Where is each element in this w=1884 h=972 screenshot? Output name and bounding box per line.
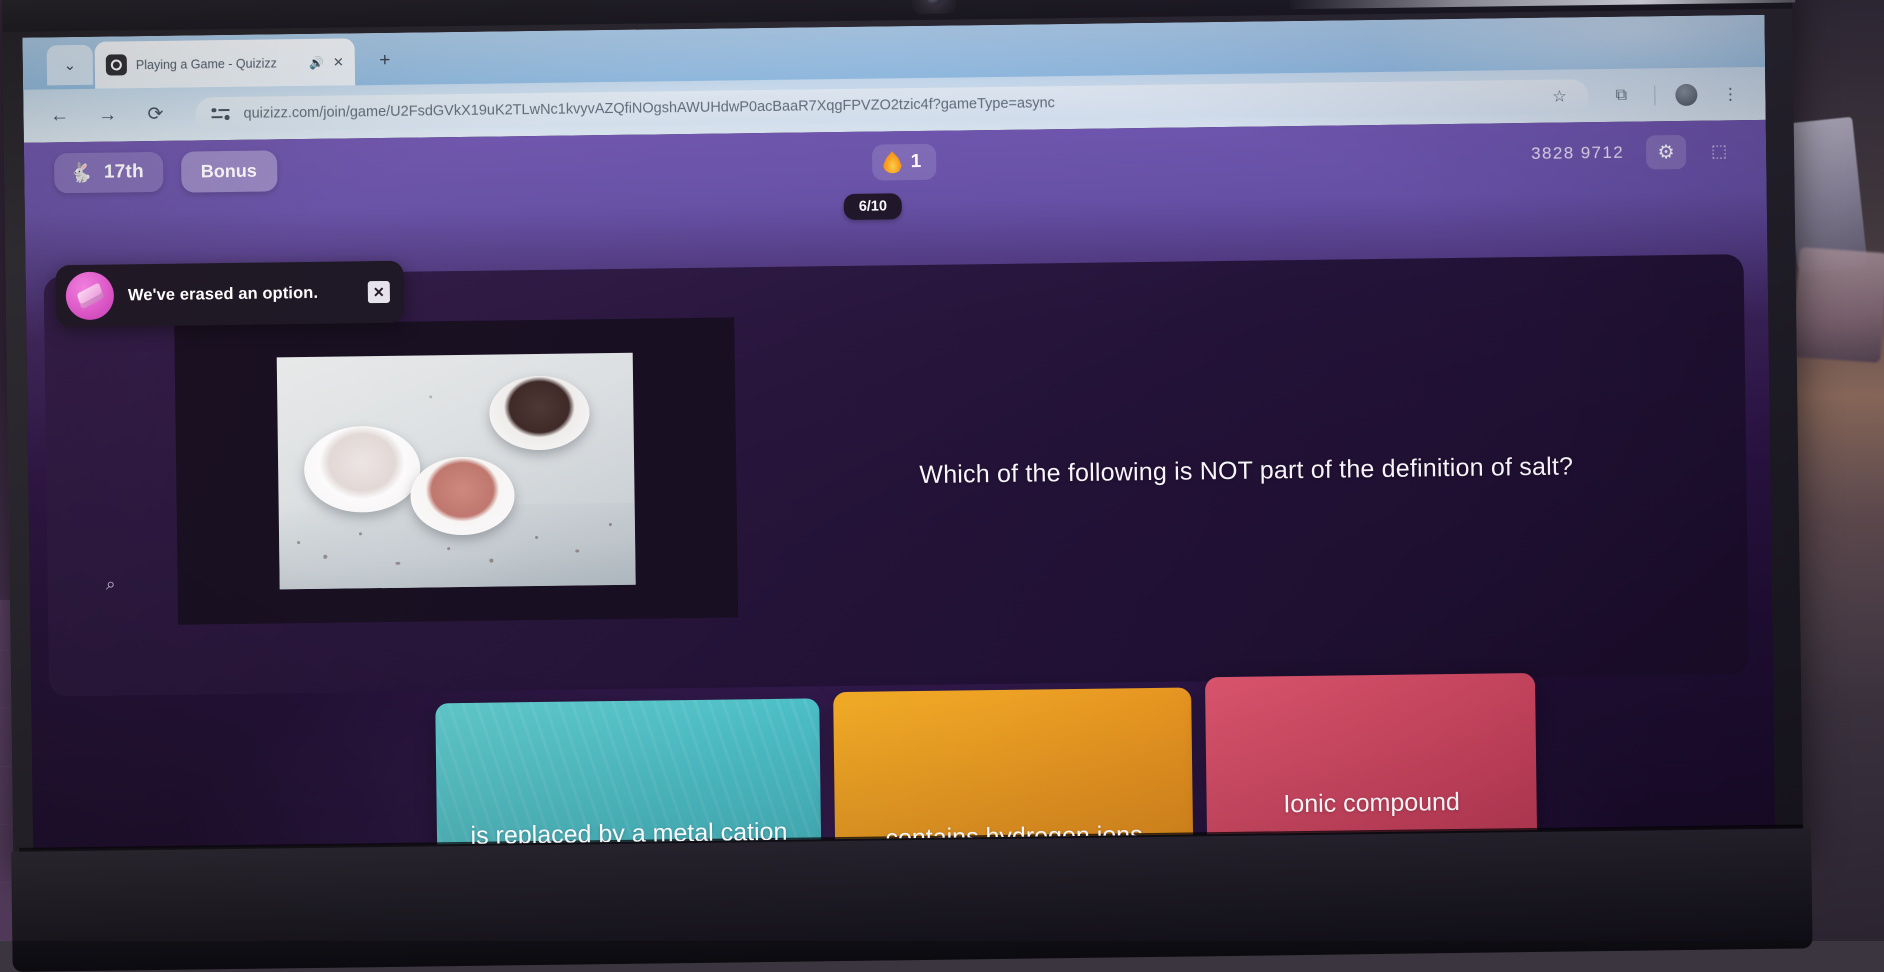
- bowl-white-salt: [304, 426, 421, 514]
- salt-grain: [323, 555, 327, 559]
- desk-object: [1792, 247, 1884, 363]
- erased-option-toast: We've erased an option. ✕: [55, 261, 404, 328]
- game-code: 3828 9712: [1531, 143, 1624, 164]
- toast-message: We've erased an option.: [128, 283, 354, 305]
- answer-label: Ionic compound: [1283, 786, 1460, 822]
- rank-label: 17th: [104, 161, 144, 184]
- quizizz-app: 🐇 17th Bonus 1 3828 9712 ⚙: [24, 120, 1775, 850]
- back-icon[interactable]: ←: [45, 102, 73, 130]
- tab-close-icon[interactable]: ✕: [333, 54, 344, 70]
- answer-options: is replaced by a metal cation or ammoniu…: [435, 680, 1769, 850]
- fullscreen-button[interactable]: ⬚: [1702, 134, 1736, 168]
- new-tab-button[interactable]: +: [371, 47, 399, 75]
- gear-icon: ⚙: [1657, 143, 1674, 162]
- salt-photo: [277, 353, 636, 590]
- quizizz-favicon: [106, 54, 127, 75]
- profile-avatar[interactable]: [1675, 83, 1697, 105]
- tab-audio-icon[interactable]: 🔊: [309, 55, 324, 69]
- reload-icon[interactable]: ⟳: [141, 100, 169, 128]
- magnifier-icon: ⌕: [106, 575, 116, 595]
- url-text: quizizz.com/join/game/U2FsdGVkX19uK2TLwN…: [243, 88, 1533, 121]
- address-bar[interactable]: quizizz.com/join/game/U2FsdGVkX19uK2TLwN…: [195, 79, 1588, 131]
- rank-badge[interactable]: 🐇 17th: [54, 152, 163, 193]
- site-settings-icon[interactable]: [211, 104, 230, 123]
- streak-count: 1: [911, 151, 922, 173]
- split-screen-icon[interactable]: ⧉: [1608, 82, 1634, 108]
- rabbit-icon: 🐇: [69, 163, 93, 182]
- answer-option-0[interactable]: is replaced by a metal cation or ammoniu…: [435, 698, 823, 849]
- salt-grain: [395, 562, 400, 565]
- answer-option-1[interactable]: contains hydrogen ions: [833, 687, 1195, 849]
- salt-grain: [489, 559, 493, 563]
- forward-icon[interactable]: →: [93, 101, 121, 129]
- eraser-icon: [66, 272, 115, 321]
- tab-list-icon[interactable]: ⌄: [47, 45, 94, 86]
- topbar-spacer: [277, 163, 872, 171]
- photo-scene: ⌄ Playing a Game - Quizizz 🔊 ✕ + ← → ⟳: [0, 0, 1884, 941]
- salt-grain: [535, 536, 538, 539]
- browser-menu-icon[interactable]: ⋮: [1717, 81, 1743, 107]
- salt-grain: [575, 549, 579, 552]
- bowl-black-salt: [489, 375, 590, 450]
- salt-grain: [447, 547, 450, 550]
- laptop-base: [11, 828, 1812, 972]
- salt-grain: [429, 395, 432, 398]
- settings-button[interactable]: ⚙: [1646, 135, 1686, 170]
- zoom-image-button[interactable]: ⌕: [93, 567, 127, 601]
- salt-grain: [609, 523, 612, 526]
- answer-option-2[interactable]: Ionic compound: [1205, 673, 1539, 850]
- laptop: ⌄ Playing a Game - Quizizz 🔊 ✕ + ← → ⟳: [0, 0, 1812, 941]
- toolbar-divider: [1654, 85, 1655, 105]
- question-image[interactable]: [174, 317, 738, 624]
- browser-tab-active[interactable]: Playing a Game - Quizizz 🔊 ✕: [95, 38, 356, 88]
- laptop-screen: ⌄ Playing a Game - Quizizz 🔊 ✕ + ← → ⟳: [22, 15, 1774, 850]
- streak-badge: 1: [871, 144, 936, 181]
- salt-grain: [359, 532, 362, 535]
- question-counter: 6/10: [844, 193, 903, 220]
- salt-grain: [297, 541, 300, 544]
- close-icon[interactable]: ✕: [368, 281, 390, 303]
- topbar-spacer: [936, 154, 1531, 162]
- bookmark-star-icon[interactable]: ☆: [1546, 83, 1572, 109]
- bonus-badge[interactable]: Bonus: [181, 150, 278, 192]
- question-text: Which of the following is NOT part of th…: [764, 254, 1729, 687]
- tab-title: Playing a Game - Quizizz: [136, 56, 300, 72]
- flame-icon: [883, 151, 902, 173]
- fullscreen-icon: ⬚: [1711, 141, 1727, 161]
